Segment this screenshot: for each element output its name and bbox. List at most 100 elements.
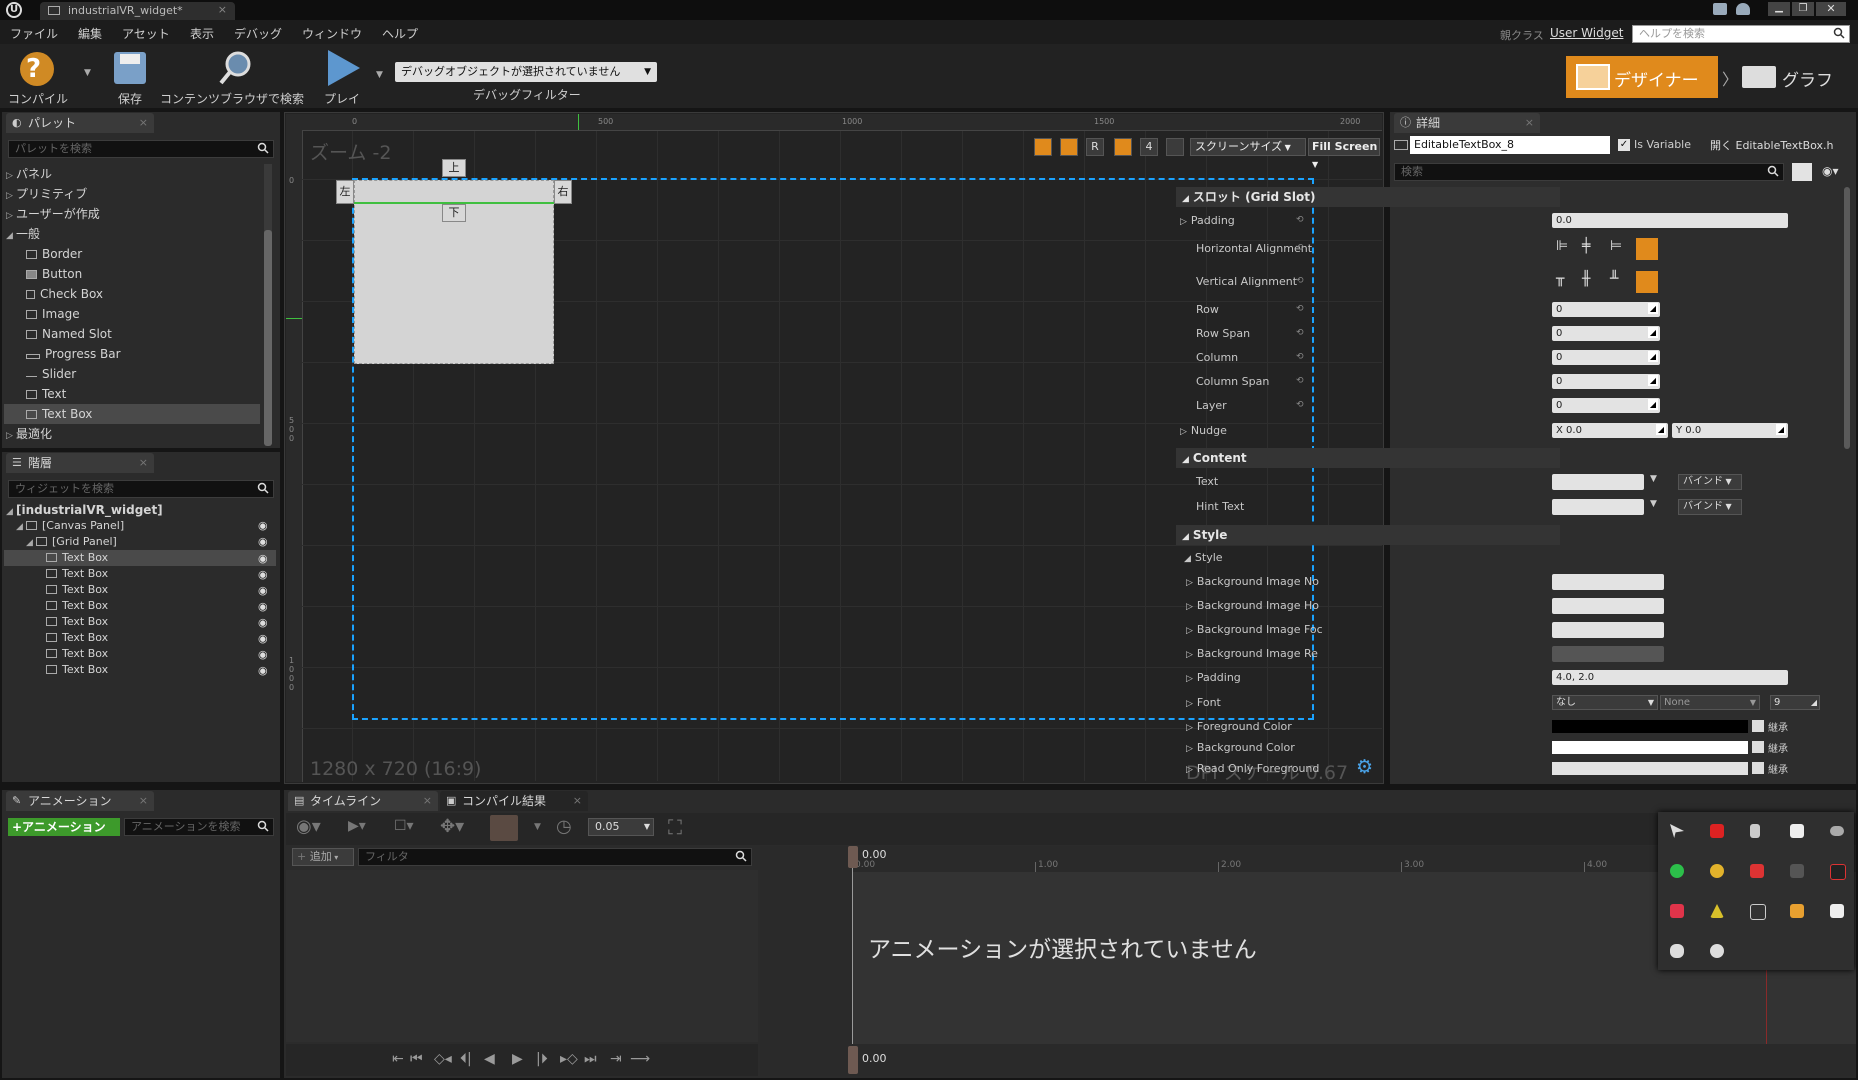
close-icon[interactable]: × xyxy=(139,791,148,811)
source-control-icon[interactable] xyxy=(1736,3,1750,15)
bg-readonly-swatch[interactable] xyxy=(1552,646,1664,662)
tab-compile-results[interactable]: ▣ コンパイル結果 × xyxy=(440,791,588,811)
section-content[interactable]: ◢ Content xyxy=(1176,448,1560,468)
close-icon[interactable]: × xyxy=(573,791,582,811)
text-bind-button[interactable]: バインド ▼ xyxy=(1678,474,1742,490)
halign-center-button[interactable]: ╪ xyxy=(1582,238,1602,260)
tray-sb-icon[interactable] xyxy=(1710,824,1724,838)
bg-color-swatch[interactable] xyxy=(1552,741,1748,754)
tray-cloud-icon[interactable] xyxy=(1830,826,1844,836)
tray-discord-icon[interactable] xyxy=(1670,944,1684,958)
font-family-dropdown[interactable]: なし ▼ xyxy=(1552,695,1658,710)
anchor-top-button[interactable]: 上 xyxy=(442,159,466,177)
tray-x-icon[interactable] xyxy=(1830,864,1846,880)
palette-item-progress-bar[interactable]: Progress Bar xyxy=(26,344,121,364)
row-input[interactable]: 0 ◢ xyxy=(1552,302,1660,317)
hierarchy-item-text-box[interactable]: Text Box xyxy=(46,662,108,678)
anchor-bottom-button[interactable]: 下 xyxy=(442,204,466,222)
palette-category-primitive[interactable]: ▷ プリミティブ xyxy=(6,184,87,204)
chevron-down-icon[interactable]: ▼ xyxy=(84,68,91,78)
open-source-link[interactable]: 開く EditableTextBox.h xyxy=(1710,137,1834,153)
column-input[interactable]: 0 ◢ xyxy=(1552,350,1660,365)
menu-file[interactable]: ファイル xyxy=(10,25,58,42)
palette-item-text[interactable]: Text xyxy=(26,384,66,404)
section-slot[interactable]: ◢ スロット (Grid Slot) xyxy=(1176,187,1560,207)
visibility-eye-icon[interactable]: ◉ xyxy=(258,552,268,565)
hierarchy-item-text-box[interactable]: Text Box xyxy=(46,630,108,646)
menu-edit[interactable]: 編集 xyxy=(78,25,102,42)
font-size-input[interactable]: 9 ◢ xyxy=(1770,695,1820,710)
hint-text-input[interactable] xyxy=(1552,499,1644,515)
tray-usb-icon[interactable] xyxy=(1750,824,1760,838)
palette-category-optimization[interactable]: ▷ 最適化 xyxy=(6,424,52,444)
bg-focus-swatch[interactable] xyxy=(1552,622,1664,638)
menu-help[interactable]: ヘルプ xyxy=(382,25,418,42)
hierarchy-item-text-box[interactable]: Text Box xyxy=(46,646,108,662)
palette-category-panel[interactable]: ▷ パネル xyxy=(6,164,52,184)
selected-text-box-outline[interactable] xyxy=(354,180,554,204)
anchor-right-button[interactable]: 右 xyxy=(554,180,572,204)
bottom-playhead-handle[interactable] xyxy=(848,1046,858,1074)
palette-item-border[interactable]: Border xyxy=(26,244,82,264)
layer-input[interactable]: 0 ◢ xyxy=(1552,398,1660,413)
close-icon[interactable]: × xyxy=(218,3,227,16)
parent-class-link[interactable]: User Widget xyxy=(1550,26,1623,40)
play-button[interactable]: プレイ ▼ xyxy=(320,48,390,106)
to-end-icon[interactable]: ⇥ xyxy=(610,1051,622,1067)
document-tab[interactable]: industrialVR_widget* × xyxy=(40,2,235,20)
tray-orange-icon[interactable] xyxy=(1790,904,1804,918)
debug-object-dropdown[interactable]: デバッグオブジェクトが選択されていません ▼ xyxy=(395,62,657,82)
tray-green-icon[interactable] xyxy=(1670,864,1684,878)
visibility-eye-icon[interactable]: ◉ xyxy=(258,616,268,629)
tray-nvidia-icon[interactable] xyxy=(1790,864,1804,878)
anchor-left-button[interactable]: 左 xyxy=(336,180,354,204)
stop-dropdown-icon[interactable]: ☐▾ xyxy=(394,818,414,834)
to-front-icon[interactable]: ⇤ xyxy=(392,1051,404,1067)
hierarchy-item-text-box[interactable]: Text Box xyxy=(46,582,108,598)
graph-mode-button[interactable]: グラフ xyxy=(1736,56,1850,98)
readonly-fg-swatch[interactable] xyxy=(1552,762,1748,775)
palette-category-common[interactable]: ◢ 一般 xyxy=(6,224,40,244)
reverse-play-icon[interactable]: ◀ xyxy=(484,1051,495,1067)
valign-center-button[interactable]: ╫ xyxy=(1582,271,1602,293)
chevron-down-icon[interactable]: ▼ xyxy=(1650,499,1657,509)
close-icon[interactable]: × xyxy=(423,791,432,811)
close-icon[interactable]: × xyxy=(1525,113,1534,133)
visibility-eye-icon[interactable]: ◉ xyxy=(258,535,268,548)
details-search-input[interactable]: 検索 xyxy=(1394,163,1784,181)
step-forward-icon[interactable]: |⏵ xyxy=(536,1051,548,1067)
tray-windows-icon[interactable] xyxy=(1790,824,1804,838)
minimize-button[interactable]: ▁ xyxy=(1768,2,1790,16)
halign-left-button[interactable]: ⊫ xyxy=(1556,238,1576,260)
palette-search-input[interactable]: パレットを検索 xyxy=(8,140,274,158)
visibility-eye-icon[interactable]: ◉▾ xyxy=(296,816,321,837)
palette-item-named-slot[interactable]: Named Slot xyxy=(26,324,112,344)
details-scrollbar-thumb[interactable] xyxy=(1844,187,1850,449)
prev-key-icon[interactable]: ◇◂ xyxy=(434,1051,452,1067)
notification-icon[interactable] xyxy=(1713,3,1727,15)
step-value-dropdown[interactable]: 0.05 ▼ xyxy=(588,818,654,836)
reset-arrow-icon[interactable]: ⟲ xyxy=(1296,400,1304,410)
play-dropdown-icon[interactable]: ▶▾ xyxy=(348,818,366,834)
tray-epic-icon[interactable] xyxy=(1750,904,1766,920)
track-filter-input[interactable]: フィルタ xyxy=(358,848,752,866)
grid-size-button[interactable]: 4 xyxy=(1140,138,1158,156)
chevron-down-icon[interactable]: ▼ xyxy=(1650,474,1657,484)
reset-arrow-icon[interactable]: ⟲ xyxy=(1296,352,1304,362)
step-back-icon[interactable]: ⏴| xyxy=(460,1051,472,1067)
fg-color-swatch[interactable] xyxy=(1552,720,1748,733)
layout-toggle-button[interactable] xyxy=(1060,138,1078,156)
colspan-input[interactable]: 0 ◢ xyxy=(1552,374,1660,389)
eye-icon[interactable]: ◉▾ xyxy=(1822,164,1839,178)
snap-toggle-button[interactable] xyxy=(490,815,518,841)
reset-arrow-icon[interactable]: ⟲ xyxy=(1296,243,1304,253)
nudge-x-input[interactable]: X 0.0 ◢ xyxy=(1552,423,1668,438)
designer-mode-button[interactable]: デザイナー xyxy=(1566,56,1718,98)
tab-details[interactable]: ⓘ 詳細 × xyxy=(1394,113,1540,133)
palette-category-user[interactable]: ▷ ユーザーが作成 xyxy=(6,204,100,224)
skip-back-icon[interactable]: ⏮ xyxy=(410,1051,423,1067)
hint-bind-button[interactable]: バインド ▼ xyxy=(1678,499,1742,515)
valign-top-button[interactable]: ╥ xyxy=(1556,271,1576,293)
close-icon[interactable]: × xyxy=(139,113,148,133)
property-matrix-button[interactable] xyxy=(1792,163,1812,181)
